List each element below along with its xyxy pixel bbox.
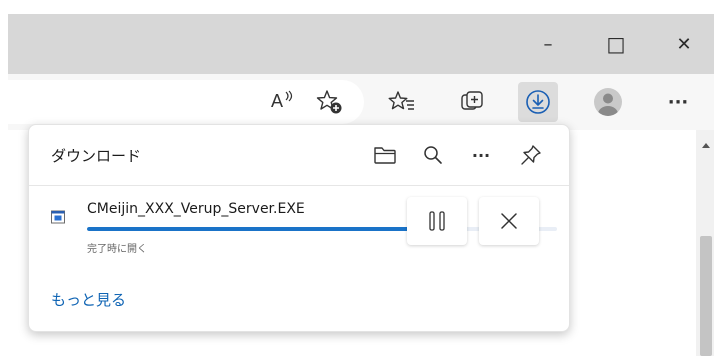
more-button[interactable]: ··· bbox=[658, 82, 698, 122]
read-aloud-icon: A bbox=[269, 90, 295, 113]
scrollbar-thumb[interactable] bbox=[700, 236, 712, 356]
download-item[interactable]: CMeijin_XXX_Verup_Server.EXE 完了時に開く bbox=[29, 186, 569, 264]
favorites-button[interactable] bbox=[382, 82, 422, 122]
maximize-button[interactable]: □ bbox=[596, 14, 636, 74]
profile-icon bbox=[594, 88, 622, 116]
more-options-icon: ··· bbox=[471, 145, 491, 165]
collections-icon bbox=[461, 91, 483, 110]
scroll-up-button[interactable] bbox=[700, 140, 712, 150]
file-name[interactable]: CMeijin_XXX_Verup_Server.EXE bbox=[87, 201, 305, 217]
cancel-icon bbox=[501, 213, 517, 229]
arrow-up-icon bbox=[702, 143, 710, 148]
open-folder-button[interactable] bbox=[369, 139, 401, 171]
pin-button[interactable] bbox=[515, 139, 547, 171]
search-icon bbox=[424, 146, 442, 164]
see-more-link[interactable]: もっと見る bbox=[51, 289, 126, 310]
exe-file-icon bbox=[51, 210, 65, 224]
pause-button[interactable] bbox=[407, 197, 467, 245]
download-progress-fill bbox=[87, 227, 435, 231]
downloads-button[interactable] bbox=[518, 82, 558, 122]
profile-button[interactable] bbox=[588, 82, 628, 122]
more-options-button[interactable]: ··· bbox=[465, 139, 497, 171]
minimize-button[interactable]: – bbox=[528, 14, 568, 74]
maximize-icon: □ bbox=[606, 32, 626, 56]
close-button[interactable]: ✕ bbox=[664, 14, 704, 74]
downloads-title: ダウンロード bbox=[51, 147, 142, 165]
open-folder-icon bbox=[374, 147, 396, 164]
search-button[interactable] bbox=[417, 139, 449, 171]
read-aloud-button[interactable]: A bbox=[262, 82, 302, 122]
collections-button[interactable] bbox=[452, 82, 492, 122]
downloads-panel: ダウンロード ··· CMeijin_XXX_Verup_Server.EXE … bbox=[28, 124, 570, 332]
cancel-button[interactable] bbox=[479, 197, 539, 245]
more-icon: ··· bbox=[667, 91, 689, 113]
favorites-icon bbox=[388, 91, 414, 110]
add-favorite-button[interactable] bbox=[310, 82, 350, 122]
add-favorite-icon bbox=[316, 90, 342, 114]
close-icon: ✕ bbox=[676, 33, 692, 55]
minimize-icon: – bbox=[543, 33, 553, 55]
download-status: 完了時に開く bbox=[87, 244, 147, 255]
pin-icon bbox=[521, 145, 541, 165]
download-icon bbox=[526, 90, 550, 114]
pause-icon bbox=[429, 211, 445, 231]
